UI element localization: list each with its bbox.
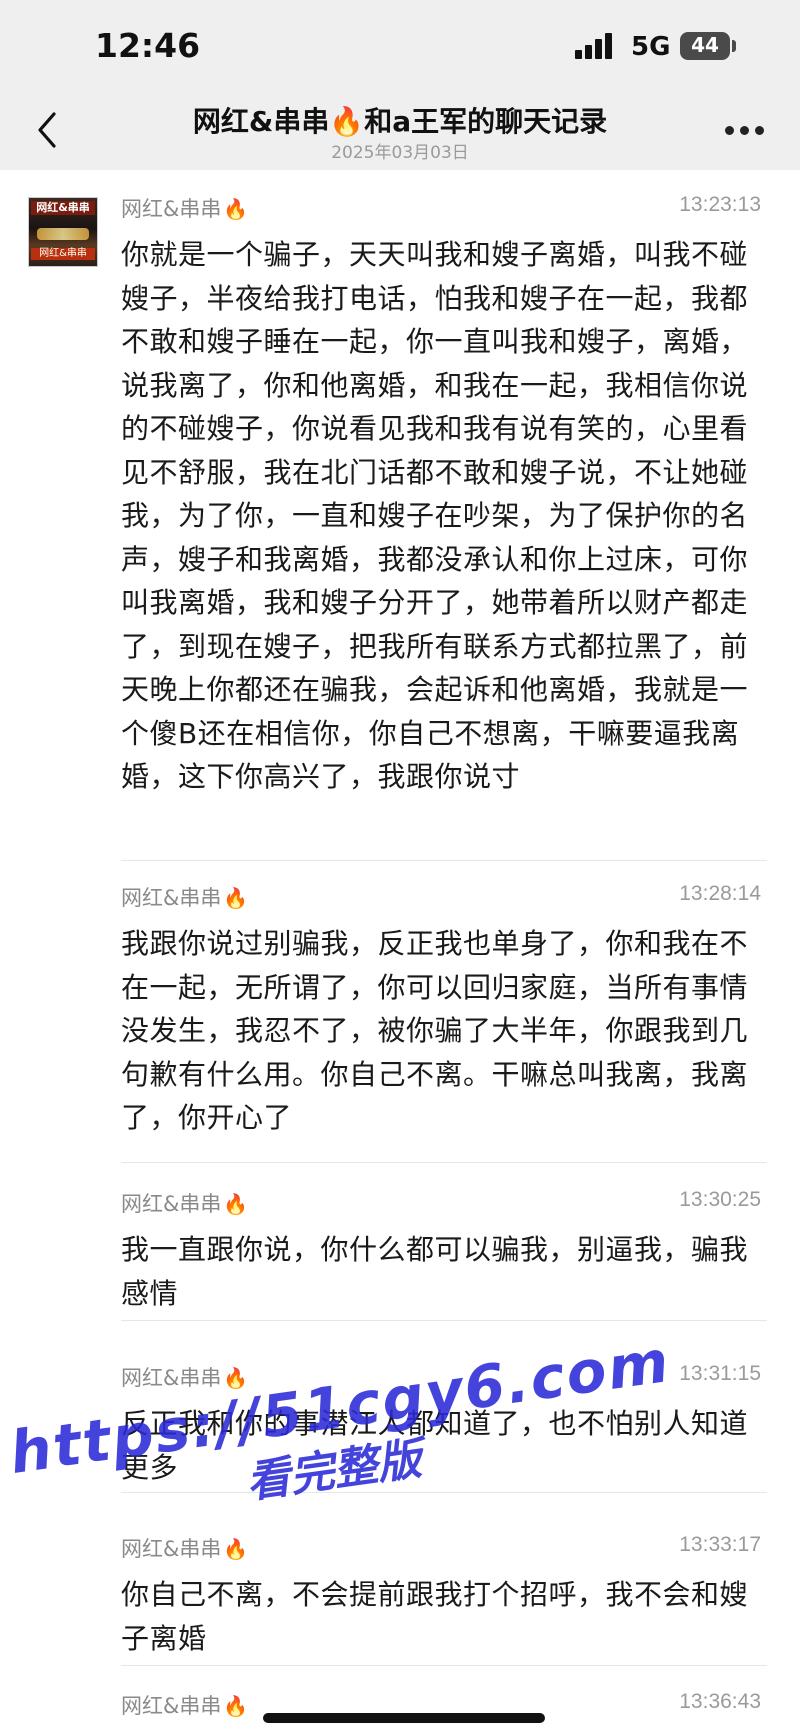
sender-label: 网红&串串: [121, 1694, 222, 1718]
signal-icon: [575, 33, 619, 59]
message-text: 我跟你说过别骗我，反正我也单身了，你和我在不在一起，无所谓了，你可以回归家庭，当…: [121, 927, 749, 1134]
sender-name: 网红&串串 🔥: [121, 1362, 248, 1392]
sender-label: 网红&串串: [121, 1366, 222, 1390]
message-text: 我一直跟你说，你什么都可以骗我，别逼我，骗我感情: [121, 1233, 749, 1310]
fire-icon: 🔥: [223, 1537, 249, 1561]
fire-icon: 🔥: [223, 886, 249, 910]
message-text: 反正我和你的事潜江人都知道了，也不怕别人知道更多: [121, 1407, 749, 1484]
message-item[interactable]: 网红&串串 🔥 13:33:17 你自己不离，不会提前跟我打个招呼，我不会和嫂子离…: [121, 1533, 761, 1660]
avatar[interactable]: 网红&串串 网红&串串: [28, 197, 98, 267]
message-item[interactable]: 网红&串串 🔥 13:28:14 我跟你说过别骗我，反正我也单身了，你和我在不在一…: [121, 882, 761, 1140]
avatar-light: [37, 228, 89, 240]
chat-date: 2025年03月03日: [331, 143, 469, 163]
status-time: 12:46: [95, 26, 201, 65]
chat-title: 网红&串串🔥和a王军的聊天记录: [192, 105, 608, 138]
fire-icon: 🔥: [223, 1694, 249, 1718]
message-divider: [121, 1162, 767, 1163]
message-divider: [121, 860, 767, 861]
status-bar: 12:46 5G 44: [0, 0, 800, 92]
message-item[interactable]: 网红&串串 🔥 13:31:15 反正我和你的事潜江人都知道了，也不怕别人知道更多: [121, 1362, 761, 1489]
message-time: 13:23:13: [679, 193, 761, 216]
fire-icon: 🔥: [223, 1366, 249, 1390]
sender-label: 网红&串串: [121, 197, 222, 221]
message-time: 13:30:25: [679, 1188, 761, 1211]
sender-name: 网红&串串 🔥: [121, 1188, 248, 1218]
message-text: 你就是一个骗子，天天叫我和嫂子离婚，叫我不碰嫂子，半夜给我打电话，怕我和嫂子在一…: [121, 238, 749, 793]
fire-icon: 🔥: [223, 1192, 249, 1216]
sender-name: 网红&串串 🔥: [121, 193, 248, 223]
message-time: 13:31:15: [679, 1362, 761, 1385]
fire-icon: 🔥: [223, 197, 249, 221]
home-indicator[interactable]: [263, 1713, 545, 1723]
message-time: 13:33:17: [679, 1533, 761, 1556]
message-time: 13:36:43: [679, 1690, 761, 1713]
battery-icon: 44: [680, 32, 730, 60]
sender-label: 网红&串串: [121, 886, 222, 910]
avatar-sign-bottom: 网红&串串: [31, 248, 95, 260]
avatar-sign-top: 网红&串串: [31, 201, 95, 215]
message-item[interactable]: 网红&串串 🔥 13:23:13 你就是一个骗子，天天叫我和嫂子离婚，叫我不碰嫂子…: [121, 193, 761, 799]
message-divider: [121, 1492, 767, 1493]
nav-bar: 网红&串串🔥和a王军的聊天记录 2025年03月03日: [0, 92, 800, 170]
network-label: 5G: [631, 32, 671, 62]
message-text: 你自己不离，不会提前跟我打个招呼，我不会和嫂子离婚: [121, 1578, 749, 1655]
message-item[interactable]: 网红&串串 🔥 13:36:43: [121, 1690, 761, 1730]
sender-name: 网红&串串 🔥: [121, 1690, 248, 1720]
message-item[interactable]: 网红&串串 🔥 13:30:25 我一直跟你说，你什么都可以骗我，别逼我，骗我感情: [121, 1188, 761, 1315]
sender-label: 网红&串串: [121, 1537, 222, 1561]
battery-level: 44: [691, 33, 719, 57]
sender-name: 网红&串串 🔥: [121, 1533, 248, 1563]
sender-label: 网红&串串: [121, 1192, 222, 1216]
message-divider: [121, 1665, 767, 1666]
sender-name: 网红&串串 🔥: [121, 882, 248, 912]
message-time: 13:28:14: [679, 882, 761, 905]
more-options-icon[interactable]: [725, 126, 765, 136]
battery-tip: [732, 40, 736, 52]
message-divider: [121, 1320, 767, 1321]
